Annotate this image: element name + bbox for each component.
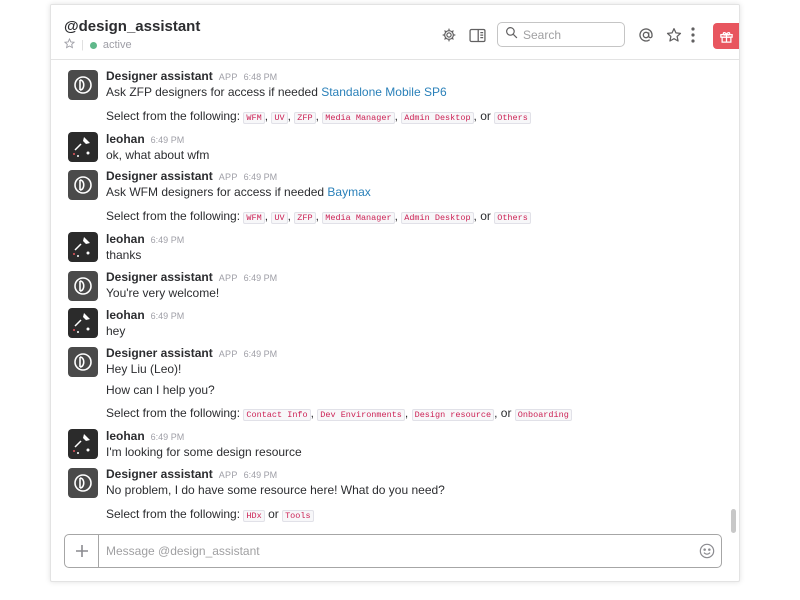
option-chip[interactable]: WFM: [243, 112, 265, 124]
user-avatar[interactable]: [68, 132, 98, 162]
bot-avatar[interactable]: [68, 271, 98, 301]
option-chip[interactable]: Media Manager: [322, 212, 395, 224]
channel-title[interactable]: @design_assistant: [64, 18, 200, 35]
timestamp[interactable]: 6:49 PM: [151, 432, 185, 442]
option-chip[interactable]: Others: [494, 112, 531, 124]
user-avatar[interactable]: [68, 308, 98, 338]
sender-name[interactable]: leohan: [106, 132, 145, 146]
option-chip[interactable]: Onboarding: [514, 409, 572, 421]
meta-divider: |: [81, 39, 84, 51]
more-vertical-icon[interactable]: [687, 25, 699, 45]
sender-name[interactable]: Designer assistant: [106, 169, 213, 183]
sender-name[interactable]: leohan: [106, 429, 145, 443]
timestamp[interactable]: 6:49 PM: [244, 172, 278, 182]
mention-icon[interactable]: [636, 25, 656, 45]
message-link[interactable]: Standalone Mobile SP6: [321, 85, 446, 99]
options-text: Select from the following: WFM, UV, ZFP,…: [106, 209, 531, 224]
app-badge: APP: [218, 349, 238, 359]
message-header: leohan 6:49 PM: [106, 429, 184, 443]
message-text: thanks: [106, 248, 142, 262]
option-chip[interactable]: ZFP: [294, 112, 316, 124]
message-list: Designer assistant APP 6:48 PM Ask ZFP d…: [51, 60, 731, 528]
message-text: I'm looking for some design resource: [106, 445, 302, 459]
message-text: ok, what about wfm: [106, 148, 210, 162]
message-text: No problem, I do have some resource here…: [106, 483, 445, 497]
bot-avatar[interactable]: [68, 347, 98, 377]
emoji-icon[interactable]: [699, 543, 715, 559]
chat-window: @design_assistant | active Search Design…: [50, 4, 740, 582]
sender-name[interactable]: Designer assistant: [106, 270, 213, 284]
user-avatar[interactable]: [68, 429, 98, 459]
star-icon[interactable]: [63, 37, 76, 52]
timestamp[interactable]: 6:49 PM: [151, 135, 185, 145]
timestamp[interactable]: 6:49 PM: [244, 273, 278, 283]
search-icon: [505, 26, 518, 44]
app-badge: APP: [218, 470, 238, 480]
option-chip[interactable]: Media Manager: [322, 112, 395, 124]
sender-name[interactable]: Designer assistant: [106, 467, 213, 481]
options-text: Select from the following: Contact Info,…: [106, 406, 572, 421]
option-chip[interactable]: UV: [271, 112, 288, 124]
message-composer: [64, 534, 722, 568]
scrollbar[interactable]: [731, 65, 736, 535]
plus-icon[interactable]: [65, 535, 99, 567]
bot-avatar[interactable]: [68, 468, 98, 498]
option-chip[interactable]: Design resource: [411, 409, 495, 421]
message-text: Ask ZFP designers for access if needed S…: [106, 85, 447, 99]
option-chip[interactable]: HDx: [243, 510, 265, 522]
timestamp[interactable]: 6:49 PM: [151, 311, 185, 321]
message-header: Designer assistant APP 6:49 PM: [106, 270, 277, 284]
timestamp[interactable]: 6:49 PM: [151, 235, 185, 245]
option-chip[interactable]: ZFP: [294, 212, 316, 224]
message-text: hey: [106, 324, 126, 338]
search-input[interactable]: [523, 27, 618, 42]
bot-avatar[interactable]: [68, 70, 98, 100]
message-text: Hey Liu (Leo)!: [106, 362, 182, 376]
options-text: Select from the following: HDx or Tools: [106, 507, 314, 522]
sender-name[interactable]: leohan: [106, 232, 145, 246]
option-chip[interactable]: Admin Desktop: [401, 212, 474, 224]
gift-icon[interactable]: [713, 23, 739, 49]
app-badge: APP: [218, 172, 238, 182]
message-text: You're very welcome!: [106, 286, 220, 300]
timestamp[interactable]: 6:49 PM: [244, 470, 278, 480]
option-chip[interactable]: Admin Desktop: [401, 112, 474, 124]
message-header: leohan 6:49 PM: [106, 132, 184, 146]
message-link[interactable]: Baymax: [327, 185, 370, 199]
star-outline-icon[interactable]: [664, 25, 684, 45]
sidebar-toggle-icon[interactable]: [467, 25, 487, 45]
message-header: Designer assistant APP 6:49 PM: [106, 169, 277, 183]
option-chip[interactable]: Others: [494, 212, 531, 224]
message-header: Designer assistant APP 6:49 PM: [106, 346, 277, 360]
option-chip[interactable]: Tools: [282, 510, 314, 522]
option-chip[interactable]: UV: [271, 212, 288, 224]
timestamp[interactable]: 6:48 PM: [244, 72, 278, 82]
channel-header: @design_assistant | active: [51, 5, 739, 60]
search-box[interactable]: [497, 22, 625, 47]
message-input[interactable]: [106, 541, 686, 561]
message-header: leohan 6:49 PM: [106, 232, 184, 246]
user-avatar[interactable]: [68, 232, 98, 262]
app-badge: APP: [218, 273, 238, 283]
presence-dot: [89, 41, 97, 49]
sender-name[interactable]: Designer assistant: [106, 346, 213, 360]
app-badge: APP: [218, 72, 238, 82]
message-header: leohan 6:49 PM: [106, 308, 184, 322]
status-text: active: [102, 39, 132, 51]
scroll-thumb[interactable]: [731, 509, 736, 533]
option-chip[interactable]: Contact Info: [243, 409, 311, 421]
bot-avatar[interactable]: [68, 170, 98, 200]
timestamp[interactable]: 6:49 PM: [244, 349, 278, 359]
option-chip[interactable]: Dev Environments: [317, 409, 405, 421]
message-text: How can I help you?: [106, 383, 215, 397]
message-header: Designer assistant APP 6:49 PM: [106, 467, 277, 481]
channel-meta: | active: [63, 37, 132, 52]
message-text: Ask WFM designers for access if needed B…: [106, 185, 371, 199]
sender-name[interactable]: leohan: [106, 308, 145, 322]
message-header: Designer assistant APP 6:48 PM: [106, 69, 277, 83]
sender-name[interactable]: Designer assistant: [106, 69, 213, 83]
options-text: Select from the following: WFM, UV, ZFP,…: [106, 109, 531, 124]
option-chip[interactable]: WFM: [243, 212, 265, 224]
gear-icon[interactable]: [439, 25, 459, 45]
